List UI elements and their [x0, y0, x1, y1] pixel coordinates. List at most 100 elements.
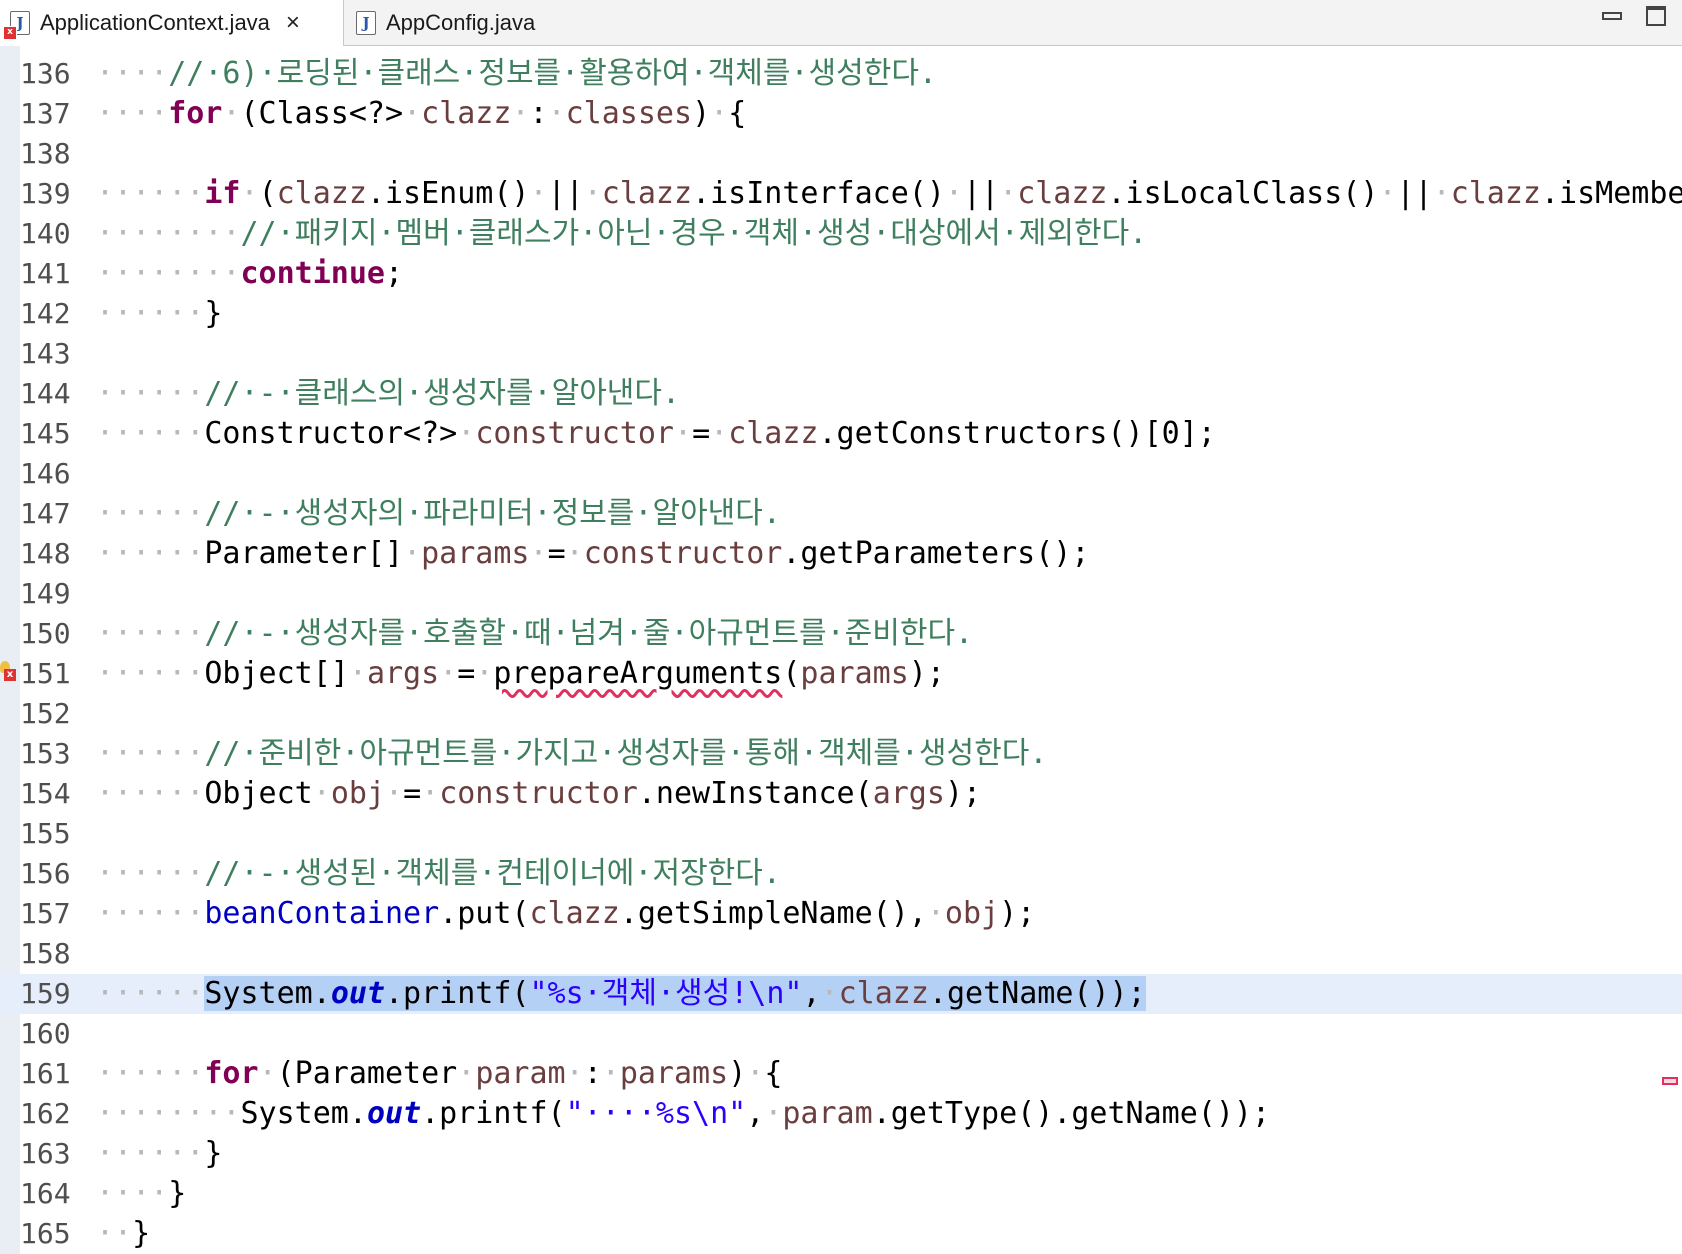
code-line[interactable]: 157 ······beanContainer.put(clazz.getSimp…: [0, 894, 1682, 934]
code-token: (: [258, 176, 277, 211]
code-token: =: [692, 416, 711, 451]
code-token: ·: [583, 176, 602, 211]
code-token: ;: [385, 256, 404, 291]
line-number: 157: [20, 897, 71, 930]
code-token: ·: [439, 656, 458, 691]
code-text: ······//·-·생성자의·파라미터·정보를·알아낸다.: [96, 494, 781, 534]
close-tab-icon[interactable]: ×: [286, 9, 300, 37]
code-token: continue: [240, 256, 386, 291]
code-token: ······: [96, 856, 205, 891]
code-line[interactable]: 153 ······//·준비한·아규먼트를·가지고·생성자를·통해·객체를·생성…: [0, 734, 1682, 774]
code-token: ·: [547, 96, 566, 131]
code-token: .isInterface(): [692, 176, 945, 211]
line-number: 148: [20, 537, 71, 570]
code-token: for: [204, 1056, 259, 1091]
code-token: ,: [802, 976, 821, 1011]
code-line[interactable]: 139 ······if·(clazz.isEnum()·||·clazz.isI…: [0, 174, 1682, 214]
code-token: for: [168, 96, 223, 131]
code-token: clazz: [421, 96, 512, 131]
code-line[interactable]: 156 ······//·-·생성된·객체를·컨테이너에·저장한다.: [0, 854, 1682, 894]
tab-label: ApplicationContext.java: [40, 10, 270, 35]
code-token: ·: [565, 1056, 584, 1091]
code-line[interactable]: 149: [0, 574, 1682, 614]
code-token: ·: [999, 176, 1018, 211]
tab-applicationcontext-java[interactable]: Jx ApplicationContext.java ×: [0, 0, 344, 46]
code-token: param: [475, 1056, 566, 1091]
line-number: 139: [20, 177, 71, 210]
code-token: :: [529, 96, 548, 131]
code-line[interactable]: 135: [0, 46, 1682, 54]
code-line[interactable]: 154 ······Object·obj·=·constructor.newIns…: [0, 774, 1682, 814]
code-token: :: [583, 1056, 602, 1091]
line-number: 154: [20, 777, 71, 810]
code-line[interactable]: 160: [0, 1014, 1682, 1054]
code-token: obj: [330, 776, 385, 811]
code-token: ······: [96, 1056, 205, 1091]
code-line[interactable]: 147 ······//·-·생성자의·파라미터·정보를·알아낸다.: [0, 494, 1682, 534]
code-line[interactable]: 142 ······}: [0, 294, 1682, 334]
code-line[interactable]: 140 ········//·패키지·멤버·클래스가·아닌·경우·객체·생성·대상…: [0, 214, 1682, 254]
code-line[interactable]: 138: [0, 134, 1682, 174]
code-token: out: [366, 1096, 422, 1131]
code-text: ··}: [96, 1214, 150, 1254]
line-number: 144: [20, 377, 71, 410]
tab-appconfig-java[interactable]: J AppConfig.java: [344, 0, 584, 46]
code-token: );: [944, 776, 982, 811]
code-line[interactable]: 164 ····}: [0, 1174, 1682, 1214]
code-line[interactable]: 163 ······}: [0, 1134, 1682, 1174]
code-line[interactable]: 145 ······Constructor<?>·constructor·=·cl…: [0, 414, 1682, 454]
code-line[interactable]: 161 ······for·(Parameter·param·:·params)·…: [0, 1054, 1682, 1094]
code-token: params: [421, 536, 530, 571]
code-token: .isMemberClass()): [1541, 176, 1682, 211]
code-line[interactable]: 136 ····//·6)·로딩된·클래스·정보를·활용하여·객체를·생성한다.: [0, 54, 1682, 94]
code-token: ·: [926, 896, 945, 931]
minimize-button[interactable]: [1602, 6, 1622, 20]
error-marker-icon[interactable]: x: [0, 661, 16, 681]
code-line[interactable]: 141 ········continue;: [0, 254, 1682, 294]
code-token: ······: [96, 296, 205, 331]
code-token: ·: [565, 536, 584, 571]
code-token: ······: [96, 736, 205, 771]
code-token: ········: [96, 1096, 241, 1131]
code-line[interactable]: 162 ········System.out.printf("····%s\n",…: [0, 1094, 1682, 1134]
code-token: .getName());: [928, 976, 1146, 1011]
code-line[interactable]: 158: [0, 934, 1682, 974]
code-line[interactable]: 165 ··}: [0, 1214, 1682, 1254]
code-token: clazz: [529, 896, 620, 931]
code-line[interactable]: 159 ······System.out.printf("%s·객체·생성!\n"…: [0, 974, 1682, 1014]
code-line[interactable]: 137 ····for·(Class<?>·clazz·:·classes)·{: [0, 94, 1682, 134]
code-token: Object[]: [204, 656, 349, 691]
code-token: .isEnum(): [366, 176, 530, 211]
code-editor[interactable]: 135136····//·6)·로딩된·클래스·정보를·활용하여·객체를·생성한…: [0, 46, 1682, 1254]
line-number: 151: [20, 657, 71, 690]
code-token: //·-·생성자의·파라미터·정보를·알아낸다.: [204, 496, 781, 531]
code-line[interactable]: 152: [0, 694, 1682, 734]
maximize-button[interactable]: [1646, 6, 1666, 26]
error-badge-icon: x: [3, 26, 17, 40]
code-area[interactable]: 135136····//·6)·로딩된·클래스·정보를·활용하여·객체를·생성한…: [0, 46, 1682, 1254]
code-line[interactable]: 148 ······Parameter[]·params·=·constructo…: [0, 534, 1682, 574]
code-token: ·: [385, 776, 404, 811]
code-line[interactable]: 146: [0, 454, 1682, 494]
code-token: ·: [258, 1056, 277, 1091]
code-line[interactable]: 143: [0, 334, 1682, 374]
code-token: ·: [240, 176, 259, 211]
overview-ruler-marker[interactable]: [1662, 1077, 1678, 1085]
code-line[interactable]: 144 ······//·-·클래스의·생성자를·알아낸다.: [0, 374, 1682, 414]
code-text: ········continue;: [96, 254, 403, 294]
code-token: ·: [1432, 176, 1451, 211]
code-line[interactable]: 155: [0, 814, 1682, 854]
code-token: ·: [312, 776, 331, 811]
code-token: .printf(: [421, 1096, 566, 1131]
code-text: ····for·(Class<?>·clazz·:·classes)·{: [96, 94, 746, 134]
code-token: args: [366, 656, 440, 691]
code-token: }: [132, 1216, 151, 1251]
code-line[interactable]: x 151 ······Object[]·args·=·prepareArgumen…: [0, 654, 1682, 694]
code-token: (Parameter: [276, 1056, 458, 1091]
error-x-icon: x: [4, 669, 16, 681]
code-token: ······: [96, 616, 205, 651]
code-token: =: [403, 776, 422, 811]
code-line[interactable]: 150 ······//·-·생성자를·호출할·때·넘겨·줄·아규먼트를·준비한다…: [0, 614, 1682, 654]
code-token: obj: [944, 896, 1000, 931]
minimize-icon: [1602, 12, 1622, 20]
